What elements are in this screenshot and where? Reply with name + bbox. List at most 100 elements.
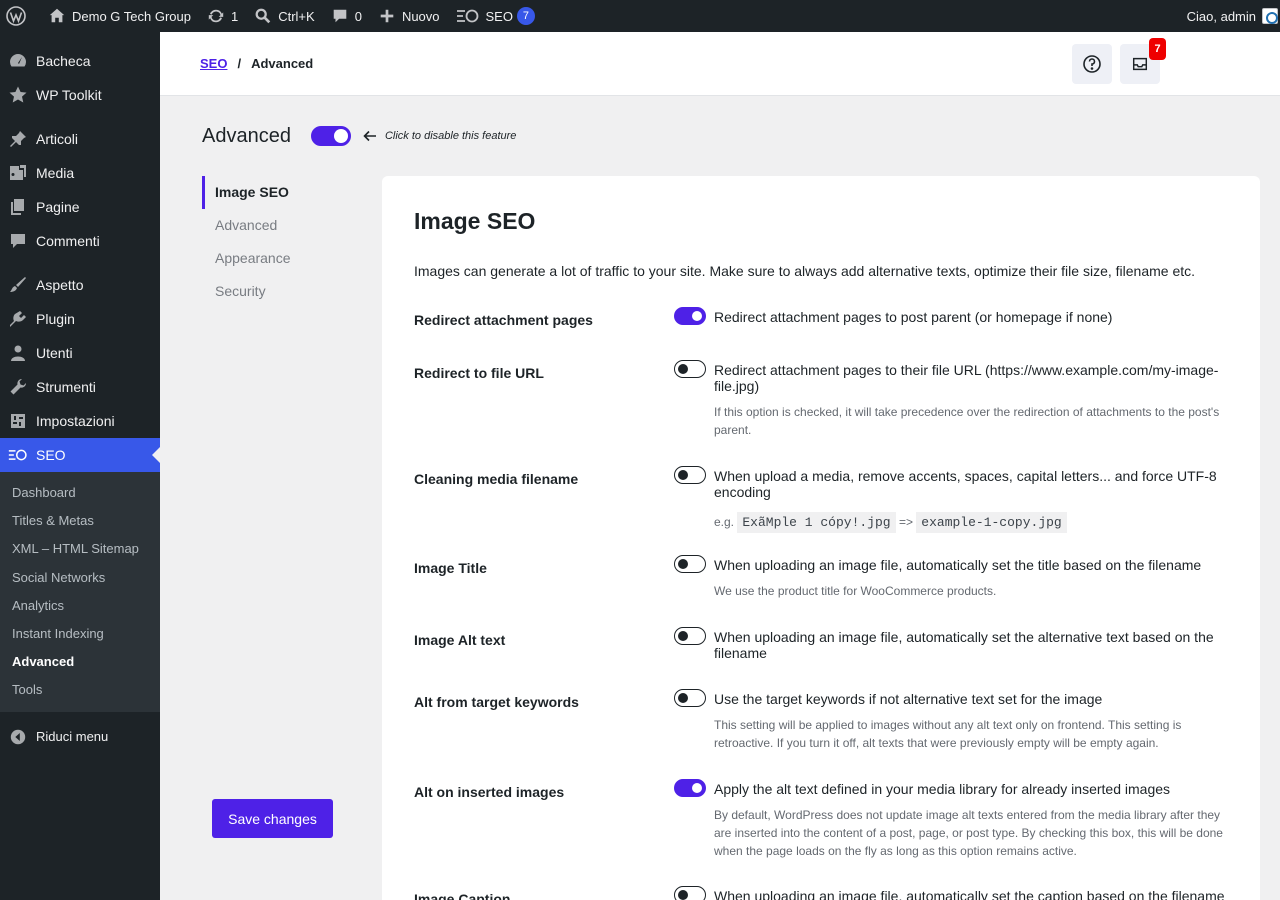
home-icon	[49, 8, 65, 23]
avatar	[1262, 8, 1278, 24]
option-text: Use the target keywords if not alternati…	[714, 691, 1103, 707]
seo-submenu: Dashboard Titles & Metas XML – HTML Site…	[0, 472, 160, 712]
submenu-tools[interactable]: Tools	[0, 676, 160, 704]
tab-security[interactable]: Security	[202, 275, 362, 308]
pages-icon	[8, 197, 28, 217]
sidebar-item-label: Media	[36, 165, 75, 181]
seo-icon	[8, 445, 28, 465]
toggle-hint: Click to disable this feature	[384, 130, 517, 142]
sidebar-item-posts[interactable]: Articoli	[0, 122, 160, 156]
option-text: When uploading an image file, automatica…	[714, 557, 1202, 573]
comments-count: 0	[354, 8, 362, 24]
example-after-code: example-1-copy.jpg	[916, 512, 1067, 533]
search-command-link[interactable]: Ctrl+K	[246, 0, 322, 32]
sidebar-item-label: Impostazioni	[36, 413, 115, 429]
sidebar-item-comments[interactable]: Commenti	[0, 224, 160, 258]
breadcrumb: SEO / Advanced	[200, 56, 313, 71]
collapse-menu-button[interactable]: Riduci menu	[0, 720, 160, 754]
clean-filename-toggle[interactable]	[674, 466, 706, 484]
notifications-button[interactable]: 7	[1120, 38, 1166, 84]
submenu-sitemap[interactable]: XML – HTML Sitemap	[0, 535, 160, 563]
greeting: Ciao, admin	[1186, 8, 1256, 24]
star-icon	[8, 85, 28, 105]
breadcrumb-seo-link[interactable]: SEO	[200, 56, 227, 71]
sidebar-item-users[interactable]: Utenti	[0, 336, 160, 370]
submenu-analytics[interactable]: Analytics	[0, 592, 160, 620]
sidebar-item-seo[interactable]: SEO	[0, 438, 160, 472]
option-help: This setting will be applied to images w…	[714, 718, 1182, 750]
tab-appearance[interactable]: Appearance	[202, 242, 362, 275]
collapse-label: Riduci menu	[36, 729, 109, 744]
sidebar-item-label: Strumenti	[36, 379, 96, 395]
alt-keywords-toggle[interactable]	[674, 689, 706, 707]
refresh-icon	[208, 9, 224, 23]
option-text: Apply the alt text defined in your media…	[714, 781, 1171, 797]
plugin-header: SEO / Advanced 7	[160, 32, 1280, 96]
sidebar-item-label: SEO	[36, 447, 66, 463]
card-title: Image SEO	[414, 208, 536, 234]
search-shortcut: Ctrl+K	[278, 8, 315, 24]
wordpress-logo-icon[interactable]	[0, 0, 40, 32]
page-title: Advanced	[202, 124, 291, 147]
pin-icon	[8, 129, 28, 149]
submenu-advanced[interactable]: Advanced	[0, 648, 160, 676]
sidebar-item-pages[interactable]: Pagine	[0, 190, 160, 224]
sidebar-item-tools[interactable]: Strumenti	[0, 370, 160, 404]
save-changes-button[interactable]: Save changes	[212, 799, 333, 838]
sidebar-item-media[interactable]: Media	[0, 156, 160, 190]
submenu-social-networks[interactable]: Social Networks	[0, 564, 160, 592]
plus-icon	[380, 9, 394, 23]
submenu-titles-metas[interactable]: Titles & Metas	[0, 507, 160, 535]
help-button[interactable]	[1072, 44, 1112, 84]
redirect-attachment-toggle[interactable]	[674, 307, 706, 325]
seo-notification-count: 7	[516, 7, 535, 25]
option-label: Redirect to file URL	[414, 365, 544, 381]
redirect-file-url-toggle[interactable]	[674, 360, 706, 378]
option-label: Redirect attachment pages	[414, 312, 593, 328]
sidebar-item-wp-toolkit[interactable]: WP Toolkit	[0, 78, 160, 112]
settings-card: Image SEO Images can generate a lot of t…	[382, 176, 1260, 900]
seo-label: SEO	[485, 8, 513, 24]
option-label: Image Caption	[414, 891, 511, 900]
sidebar-item-appearance[interactable]: Aspetto	[0, 268, 160, 302]
image-caption-toggle[interactable]	[674, 886, 706, 900]
submenu-instant-indexing[interactable]: Instant Indexing	[0, 620, 160, 648]
new-content-link[interactable]: Nuovo	[370, 0, 448, 32]
admin-sidebar: Bacheca WP Toolkit Articoli Media Pagine…	[0, 32, 160, 900]
image-alt-toggle[interactable]	[674, 627, 706, 645]
option-label: Image Alt text	[414, 632, 506, 648]
alt-inserted-toggle[interactable]	[674, 779, 706, 797]
image-title-toggle[interactable]	[674, 555, 706, 573]
sidebar-item-label: Bacheca	[36, 53, 91, 69]
sidebar-item-label: Articoli	[36, 131, 79, 147]
sidebar-item-plugins[interactable]: Plugin	[0, 302, 160, 336]
breadcrumb-current: Advanced	[251, 56, 314, 71]
option-help: e.g. ExãMple 1 cópy!.jpg => example-1-co…	[714, 512, 1228, 533]
arrow-left-icon	[363, 130, 376, 142]
option-help: If this option is checked, it will take …	[714, 405, 1220, 437]
account-link[interactable]: Ciao, admin	[1179, 0, 1280, 32]
plugin-icon	[8, 309, 28, 329]
feature-toggle[interactable]	[310, 126, 351, 146]
option-text: When uploading an image file, automatica…	[714, 629, 1214, 661]
sidebar-item-settings[interactable]: Impostazioni	[0, 404, 160, 438]
example-prefix: e.g.	[714, 515, 735, 529]
seo-adminbar-link[interactable]: SEO 7	[448, 0, 543, 32]
example-before-code: ExãMple 1 cópy!.jpg	[737, 512, 896, 533]
comment-icon	[8, 231, 28, 251]
updates-count: 1	[230, 8, 239, 24]
tab-image-seo[interactable]: Image SEO	[202, 176, 362, 209]
inbox-icon	[1132, 57, 1148, 71]
updates-link[interactable]: 1	[199, 0, 246, 32]
site-name: Demo G Tech Group	[72, 8, 191, 24]
user-icon	[8, 343, 28, 363]
sidebar-item-label: Aspetto	[36, 277, 84, 293]
site-name-link[interactable]: Demo G Tech Group	[40, 0, 199, 32]
sidebar-item-dashboard[interactable]: Bacheca	[0, 44, 160, 78]
search-icon	[255, 8, 271, 24]
option-label: Alt on inserted images	[414, 784, 565, 800]
tab-advanced[interactable]: Advanced	[202, 209, 362, 242]
submenu-dashboard[interactable]: Dashboard	[0, 479, 160, 507]
page-title-row: Advanced Click to disable this feature	[202, 122, 516, 150]
comments-link[interactable]: 0	[323, 0, 370, 32]
